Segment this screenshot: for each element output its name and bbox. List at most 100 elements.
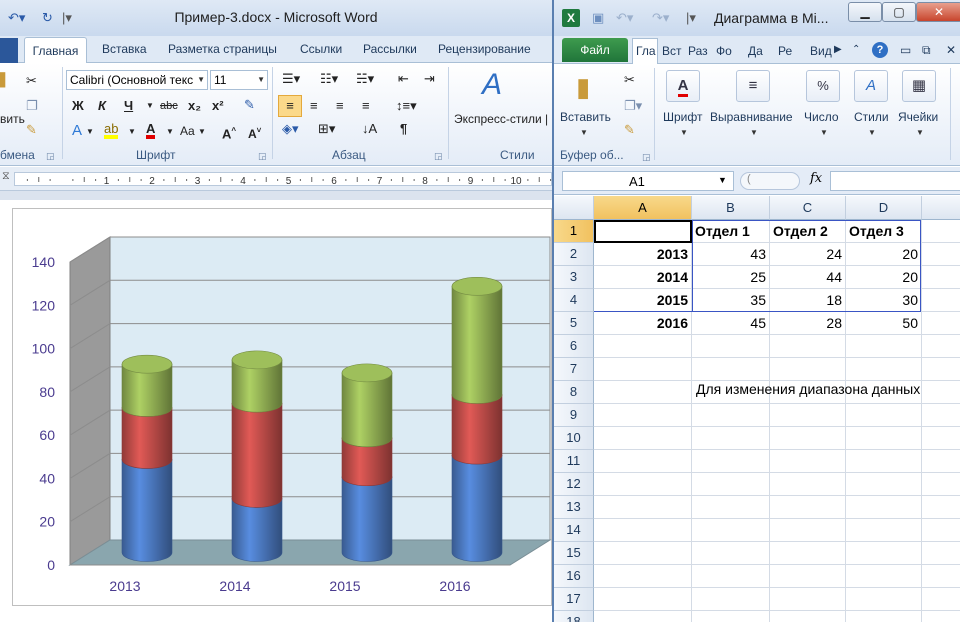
column-header-a[interactable]: A (594, 196, 692, 220)
paste-label[interactable]: вить (0, 111, 25, 127)
cell[interactable] (594, 519, 692, 542)
underline-icon[interactable]: Ч (124, 98, 133, 114)
cell[interactable] (594, 381, 692, 404)
copy-icon[interactable]: ❐▾ (624, 98, 642, 114)
align-right-icon[interactable]: ≡ (336, 98, 344, 114)
row-header[interactable]: 8 (554, 381, 594, 404)
align-center-icon[interactable]: ≡ (310, 98, 318, 114)
cell[interactable] (770, 588, 846, 611)
copy-icon[interactable]: ❐ (26, 98, 38, 114)
row-header[interactable]: 14 (554, 519, 594, 542)
row-header[interactable]: 12 (554, 473, 594, 496)
cell[interactable] (846, 473, 922, 496)
cell[interactable] (922, 473, 960, 496)
chevron-down-icon[interactable]: ▼ (198, 124, 206, 140)
cell[interactable] (846, 496, 922, 519)
show-marks-icon[interactable]: ¶ (400, 121, 407, 137)
cell[interactable] (922, 427, 960, 450)
column-header-b[interactable]: B (692, 196, 770, 220)
cell[interactable] (770, 473, 846, 496)
qat-customize-icon[interactable]: |▾ (686, 8, 696, 28)
quick-styles-icon[interactable]: A (482, 69, 502, 101)
cells-button[interactable]: ▦ (902, 70, 936, 102)
cell[interactable] (922, 496, 960, 519)
name-box[interactable]: A1 (562, 171, 734, 191)
row-header[interactable]: 1 (554, 220, 594, 243)
grow-font-icon[interactable]: A^ (222, 123, 236, 142)
close-button[interactable]: ✕ (916, 2, 960, 22)
row-header[interactable]: 4 (554, 289, 594, 312)
number-button[interactable]: % (806, 70, 840, 102)
restore-icon[interactable]: ⧉ (922, 43, 931, 58)
cell[interactable] (594, 427, 692, 450)
format-painter-icon[interactable]: ✎ (624, 122, 635, 138)
multilevel-list-icon[interactable]: ☵▾ (356, 71, 374, 87)
cell[interactable] (846, 404, 922, 427)
cell[interactable] (594, 358, 692, 381)
cell[interactable]: 2016 (594, 312, 692, 335)
text-effects-icon[interactable]: A (72, 123, 82, 139)
cell[interactable] (770, 519, 846, 542)
stacked-cylinder-chart[interactable]: 0 20 40 60 80 100 120 140 2013 2014 2015 2016 (13, 209, 552, 607)
row-header[interactable]: 7 (554, 358, 594, 381)
cell[interactable] (770, 611, 846, 622)
cell[interactable] (922, 611, 960, 622)
tab-home[interactable]: Гла (632, 38, 658, 64)
column-header-c[interactable]: C (770, 196, 846, 220)
borders-icon[interactable]: ⊞▾ (318, 121, 335, 137)
change-case-icon[interactable]: Aa (180, 123, 195, 139)
row-header[interactable]: 17 (554, 588, 594, 611)
alignment-label[interactable]: Выравнивание (710, 110, 793, 124)
cell[interactable] (692, 358, 770, 381)
styles-label[interactable]: Стили (854, 110, 889, 124)
cell[interactable] (692, 565, 770, 588)
paste-icon[interactable]: ▮ (576, 72, 590, 102)
tab-insert[interactable]: Вставка (102, 42, 147, 56)
select-all-corner[interactable] (554, 196, 594, 220)
cell[interactable] (846, 588, 922, 611)
tab-view[interactable]: Вид (810, 44, 832, 58)
ribbon-collapse-icon[interactable]: ⌃ (852, 44, 860, 55)
chart-object[interactable]: 0 20 40 60 80 100 120 140 2013 2014 2015 2016 (12, 208, 552, 606)
row-header[interactable]: 9 (554, 404, 594, 427)
italic-icon[interactable]: К (98, 98, 106, 114)
cell[interactable] (770, 404, 846, 427)
cell[interactable] (692, 404, 770, 427)
cell[interactable] (692, 588, 770, 611)
cell[interactable] (770, 450, 846, 473)
cell[interactable] (922, 289, 960, 312)
cell[interactable] (922, 450, 960, 473)
font-button[interactable]: A (666, 70, 700, 102)
cell[interactable] (770, 358, 846, 381)
numbering-icon[interactable]: ☷▾ (320, 71, 338, 87)
cell[interactable] (692, 496, 770, 519)
cell[interactable]: 45 (692, 312, 770, 335)
cell[interactable] (692, 473, 770, 496)
shrink-font-icon[interactable]: A˅ (248, 123, 261, 142)
sort-icon[interactable]: ↓A (362, 121, 377, 137)
cell[interactable] (922, 243, 960, 266)
redo-icon[interactable]: ↷▾ (652, 8, 669, 28)
cell[interactable] (922, 565, 960, 588)
cell[interactable] (846, 542, 922, 565)
row-header[interactable]: 10 (554, 427, 594, 450)
chevron-down-icon[interactable]: ▼ (166, 124, 174, 140)
cell[interactable] (846, 519, 922, 542)
cell[interactable] (922, 588, 960, 611)
spreadsheet-grid[interactable]: A B C D 1 Отдел 1 Отдел 2 Отдел 3 2 2013 43 24 20 3 20… (554, 196, 960, 622)
cell[interactable] (770, 427, 846, 450)
save-icon[interactable]: ▣ (592, 8, 604, 28)
indent-marker-icon[interactable]: ⧖ (2, 170, 10, 183)
cell[interactable] (594, 496, 692, 519)
clear-format-icon[interactable]: ✎ (244, 97, 255, 113)
tab-mailings[interactable]: Рассылки (363, 42, 417, 56)
row-header[interactable]: 3 (554, 266, 594, 289)
cell[interactable] (922, 519, 960, 542)
cell[interactable] (594, 611, 692, 622)
cell[interactable] (922, 312, 960, 335)
styles-button[interactable]: A (854, 70, 888, 102)
chevron-down-icon[interactable]: ▼ (128, 124, 136, 140)
cell[interactable] (594, 335, 692, 358)
formula-bar-splitter[interactable]: ( (740, 172, 800, 190)
row-header[interactable]: 11 (554, 450, 594, 473)
